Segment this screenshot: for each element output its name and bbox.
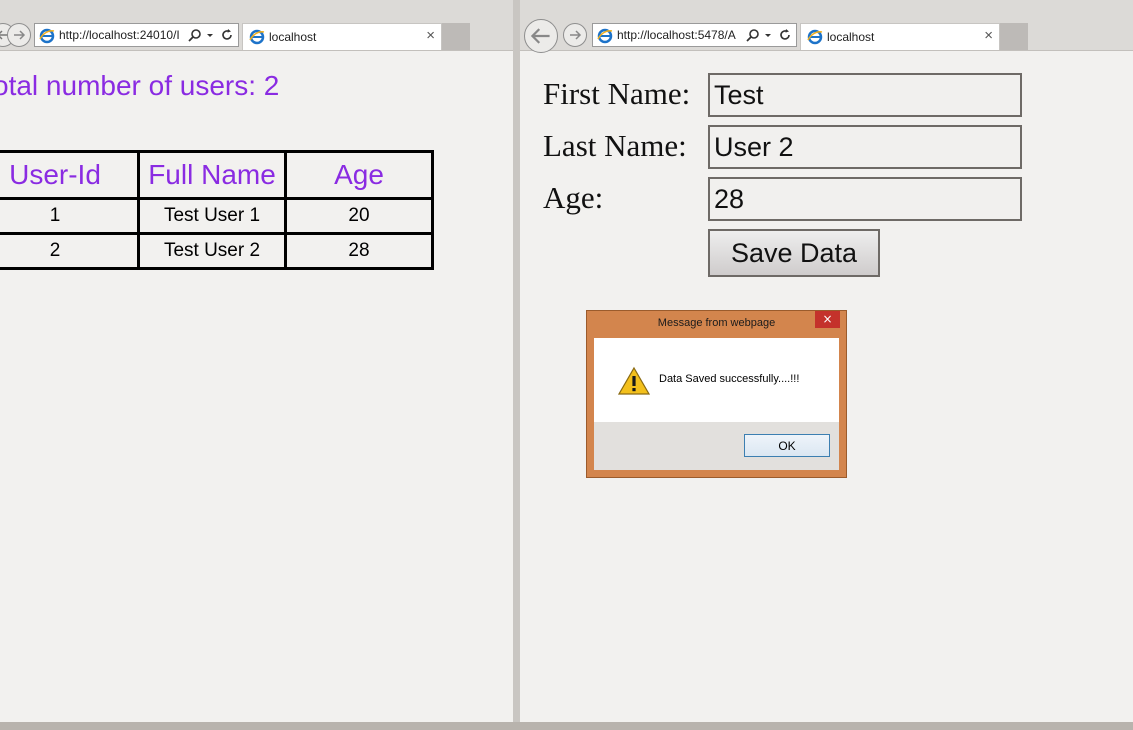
dialog-footer: OK bbox=[594, 422, 839, 470]
browser-tab[interactable]: localhost × bbox=[800, 23, 1000, 50]
age-input[interactable] bbox=[708, 177, 1022, 221]
ok-button[interactable]: OK bbox=[744, 434, 830, 457]
window-divider bbox=[513, 0, 520, 722]
chevron-down-icon[interactable] bbox=[763, 28, 773, 42]
internet-explorer-icon bbox=[39, 28, 55, 44]
table-cell: 20 bbox=[284, 197, 434, 235]
search-icon[interactable] bbox=[188, 28, 202, 42]
back-button[interactable] bbox=[524, 19, 558, 53]
save-data-button[interactable]: Save Data bbox=[708, 229, 880, 277]
dialog-body: Data Saved successfully....!!! bbox=[594, 338, 839, 422]
taskbar-strip bbox=[0, 722, 1133, 730]
forward-button[interactable] bbox=[7, 23, 31, 47]
table-cell: Test User 2 bbox=[137, 232, 287, 270]
last-name-label: Last Name: bbox=[543, 128, 687, 163]
dialog-title: Message from webpage bbox=[657, 317, 776, 329]
refresh-icon[interactable] bbox=[778, 28, 792, 42]
warning-icon bbox=[618, 366, 650, 395]
address-url: http://localhost:24010/I bbox=[59, 28, 180, 42]
browser-tab[interactable]: localhost × bbox=[242, 23, 442, 50]
new-tab-button[interactable] bbox=[1000, 23, 1028, 50]
column-header: Age bbox=[284, 150, 434, 200]
internet-explorer-icon bbox=[249, 29, 265, 45]
table-row: 2 Test User 2 28 bbox=[0, 232, 434, 270]
column-header: Full Name bbox=[137, 150, 287, 200]
right-browser-chrome: http://localhost:5478/A localhost × bbox=[520, 0, 1133, 53]
address-url: http://localhost:5478/A bbox=[617, 28, 736, 42]
arrow-right-icon bbox=[14, 30, 26, 40]
tab-title: localhost bbox=[827, 30, 875, 44]
tab-close-button[interactable]: × bbox=[984, 27, 993, 44]
refresh-icon[interactable] bbox=[220, 28, 234, 42]
internet-explorer-icon bbox=[597, 28, 613, 44]
address-bar[interactable]: http://localhost:24010/I bbox=[34, 23, 239, 47]
first-name-label: First Name: bbox=[543, 76, 691, 111]
right-browser-window: http://localhost:5478/A localhost × Firs… bbox=[520, 0, 1133, 722]
left-browser-chrome: http://localhost:24010/I localhost × bbox=[0, 0, 513, 51]
dialog-message: Data Saved successfully....!!! bbox=[659, 373, 800, 385]
arrow-right-icon bbox=[570, 30, 582, 40]
table-cell: Test User 1 bbox=[137, 197, 287, 235]
table-header-row: User-Id Full Name Age bbox=[0, 150, 434, 200]
table-cell: 1 bbox=[0, 197, 140, 235]
address-bar[interactable]: http://localhost:5478/A bbox=[592, 23, 797, 47]
age-label: Age: bbox=[543, 180, 604, 215]
tab-close-button[interactable]: × bbox=[426, 27, 435, 44]
alert-dialog: Message from webpage × Data Saved succes… bbox=[586, 310, 847, 478]
internet-explorer-icon bbox=[807, 29, 823, 45]
users-table: User-Id Full Name Age 1 Test User 1 20 2… bbox=[0, 150, 434, 270]
search-icon[interactable] bbox=[746, 28, 760, 42]
table-cell: 2 bbox=[0, 232, 140, 270]
table-row: 1 Test User 1 20 bbox=[0, 197, 434, 235]
first-name-input[interactable] bbox=[708, 73, 1022, 117]
arrow-left-icon bbox=[530, 28, 550, 44]
left-browser-window: http://localhost:24010/I localhost × ota… bbox=[0, 0, 513, 722]
column-header: User-Id bbox=[0, 150, 140, 200]
forward-button[interactable] bbox=[563, 23, 587, 47]
dialog-close-button[interactable]: × bbox=[815, 311, 840, 328]
table-cell: 28 bbox=[284, 232, 434, 270]
chevron-down-icon[interactable] bbox=[205, 28, 215, 42]
tab-title: localhost bbox=[269, 30, 317, 44]
last-name-input[interactable] bbox=[708, 125, 1022, 169]
new-tab-button[interactable] bbox=[442, 23, 470, 50]
user-count-heading: otal number of users: 2 bbox=[0, 70, 280, 101]
